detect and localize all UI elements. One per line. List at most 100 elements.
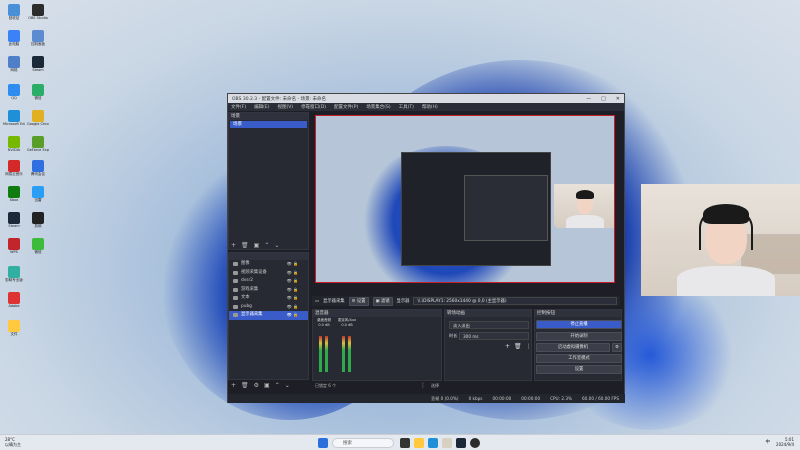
remove-icon[interactable]: 🗑: [241, 242, 249, 249]
remove-source-icon[interactable]: 🗑: [241, 382, 249, 389]
taskbar-search[interactable]: 搜索: [332, 438, 394, 448]
desktop-icon[interactable]: 网络: [3, 56, 25, 72]
desktop-icon[interactable]: NVIDIA: [3, 136, 25, 152]
visibility-lock-icon[interactable]: 👁 🔒: [287, 260, 298, 269]
source-type-icon: [233, 262, 238, 267]
live-time: 00:00:00: [492, 396, 512, 401]
filters-button[interactable]: ▣ 滤镜: [372, 296, 393, 306]
visibility-lock-icon[interactable]: 👁 🔒: [287, 286, 298, 295]
desktop-icon[interactable]: 回收站: [3, 4, 25, 20]
desktop-icon[interactable]: 腾讯会议: [27, 160, 49, 176]
transition-select[interactable]: 淡入淡出: [449, 321, 529, 329]
desktop-icon[interactable]: Microsoft Edge: [3, 110, 25, 126]
source-item[interactable]: 视频采集设备 👁 🔒: [229, 269, 308, 278]
desktop-icon[interactable]: 微信: [27, 238, 49, 254]
source-item[interactable]: 游戏采集 👁 🔒: [229, 286, 308, 295]
system-tray[interactable]: 5:01 2024/9/4: [776, 437, 794, 447]
desktop-icon[interactable]: WPS: [3, 238, 25, 254]
visibility-lock-icon[interactable]: 👁 🔒: [287, 269, 298, 278]
desktop-icon[interactable]: 控制面板: [27, 30, 49, 46]
ime-indicator[interactable]: 中: [766, 439, 771, 445]
studio-mode-button[interactable]: 工作室模式: [536, 354, 622, 363]
desktop-icon[interactable]: OBS Studio: [27, 4, 49, 20]
add-icon[interactable]: +: [231, 242, 236, 249]
desktop-icon[interactable]: Steam: [3, 212, 25, 228]
menu-item[interactable]: 文件(F): [231, 104, 246, 110]
menu-item[interactable]: 停靠窗口(D): [301, 104, 326, 110]
start-recording-button[interactable]: 开始录制: [536, 332, 622, 341]
obs-taskbar-icon[interactable]: [470, 438, 480, 448]
menu-item[interactable]: 帮助(H): [422, 104, 438, 110]
status-bar: 丢帧 0 (0.0%) 0 kbps 00:00:00 00:00:00 CPU…: [228, 394, 625, 403]
source-item[interactable]: 显示器采集 👁 🔒: [229, 311, 308, 320]
desktop-icon[interactable]: 微信: [27, 84, 49, 100]
filter-icon[interactable]: ▣: [254, 242, 260, 249]
desktop-icon[interactable]: 网易云音乐: [3, 160, 25, 176]
source-filter-icon[interactable]: ▣: [264, 382, 270, 389]
visibility-lock-icon[interactable]: 👁 🔒: [287, 294, 298, 303]
settings-button[interactable]: 设置: [536, 365, 622, 374]
desktop-icon[interactable]: Google Chrome: [27, 110, 49, 126]
store-icon[interactable]: [442, 438, 452, 448]
mix-select[interactable]: 选择: [431, 383, 439, 389]
source-down-icon[interactable]: ⌄: [285, 382, 290, 389]
maximize-icon[interactable]: □: [601, 96, 606, 102]
source-item[interactable]: dvsr2 👁 🔒: [229, 277, 308, 286]
steam-icon[interactable]: [456, 438, 466, 448]
properties-button[interactable]: ⚙ 设置: [348, 296, 369, 306]
duration-input[interactable]: 300 ms: [459, 332, 529, 340]
source-item[interactable]: 图像 👁 🔒: [229, 260, 308, 269]
source-label: pubg: [241, 303, 252, 309]
add-source-icon[interactable]: +: [231, 382, 236, 389]
desktop-icon[interactable]: 剪映专业版: [3, 266, 25, 282]
visibility-lock-icon[interactable]: 👁 🔒: [287, 303, 298, 312]
obs-menubar: 文件(F) 编辑(E) 视图(V) 停靠窗口(D) 配置文件(P) 场景集合(S) 工具(T…: [228, 103, 624, 111]
source-up-icon[interactable]: ⌃: [275, 382, 280, 389]
desktop-icon[interactable]: 文件: [3, 320, 25, 336]
menu-item[interactable]: 配置文件(P): [334, 104, 358, 110]
source-settings-icon[interactable]: ⚙: [254, 382, 259, 389]
desktop-icon-label: 此电脑: [8, 42, 20, 46]
transition-menu-icon[interactable]: ⋮: [526, 343, 532, 350]
desktop-icon[interactable]: Steam: [27, 56, 49, 72]
desktop-icon[interactable]: 迅雷: [27, 186, 49, 202]
desktop-icon[interactable]: GeForce Experience: [27, 136, 49, 152]
menu-item[interactable]: 视图(V): [277, 104, 293, 110]
source-type-icon: [233, 313, 238, 318]
menu-item[interactable]: 工具(T): [399, 104, 414, 110]
desktop-icon[interactable]: 剪映: [27, 212, 49, 228]
move-up-icon[interactable]: ⌃: [264, 242, 269, 249]
desktop-icon[interactable]: Xbox: [3, 186, 25, 202]
file-explorer-icon[interactable]: [414, 438, 424, 448]
virtual-camera-button[interactable]: 启动虚拟摄像机: [536, 343, 610, 352]
menu-item[interactable]: 编辑(E): [254, 104, 269, 110]
desktop-icon-label: OBS Studio: [28, 16, 48, 20]
visibility-lock-icon[interactable]: 👁 🔒: [287, 311, 298, 320]
display-select[interactable]: \\.\DISPLAY1: 2560x1440 @ 0,0 (主显示器): [413, 297, 617, 305]
move-down-icon[interactable]: ⌄: [274, 242, 279, 249]
remove-transition-icon[interactable]: 🗑: [514, 343, 522, 350]
source-item[interactable]: pubg 👁 🔒: [229, 303, 308, 312]
app-icon: [32, 110, 44, 122]
scene-item[interactable]: 场景: [230, 121, 307, 128]
close-icon[interactable]: ✕: [616, 96, 620, 102]
visibility-lock-icon[interactable]: 👁 🔒: [287, 277, 298, 286]
desktop: 回收站 OBS Studio 此电脑 控制面板 网络 Steam QQ 微信 Microsoft…: [0, 0, 800, 450]
edge-icon[interactable]: [428, 438, 438, 448]
stop-streaming-button[interactable]: 停止直播: [536, 320, 622, 329]
start-icon[interactable]: [318, 438, 328, 448]
desktop-icon-label: Steam: [32, 68, 44, 72]
weather-widget[interactable]: 28°C 以晴为主: [5, 437, 21, 447]
source-item[interactable]: 文本 👁 🔒: [229, 294, 308, 303]
add-transition-icon[interactable]: +: [505, 343, 510, 350]
minimize-icon[interactable]: —: [586, 96, 591, 102]
mixer-menu-icon[interactable]: ⋮: [420, 382, 426, 389]
desktop-icon[interactable]: Adobe: [3, 292, 25, 308]
menu-item[interactable]: 场景集合(S): [366, 104, 390, 110]
source-type-icon: [233, 270, 238, 275]
task-view-icon[interactable]: [400, 438, 410, 448]
desktop-icon[interactable]: 此电脑: [3, 30, 25, 46]
app-icon: [32, 4, 44, 16]
virtual-camera-settings-icon[interactable]: ⚙: [612, 343, 622, 352]
desktop-icon[interactable]: QQ: [3, 84, 25, 100]
